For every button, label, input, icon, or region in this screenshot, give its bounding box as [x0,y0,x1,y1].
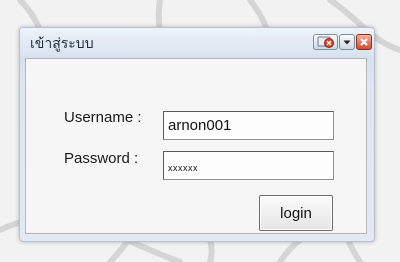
login-button[interactable]: login [259,195,333,231]
login-dialog: เข้าสู่ระบบ Username : Password : login [19,27,375,242]
username-input[interactable] [163,111,334,140]
dropdown-icon[interactable] [339,34,355,50]
window-title: เข้าสู่ระบบ [30,36,94,52]
password-label: Password : [64,150,139,167]
form-panel: Username : Password : login [25,58,367,234]
username-label: Username : [64,109,142,126]
ie-close-icon[interactable] [313,34,338,50]
password-input[interactable] [163,151,334,180]
close-icon[interactable] [356,34,372,50]
